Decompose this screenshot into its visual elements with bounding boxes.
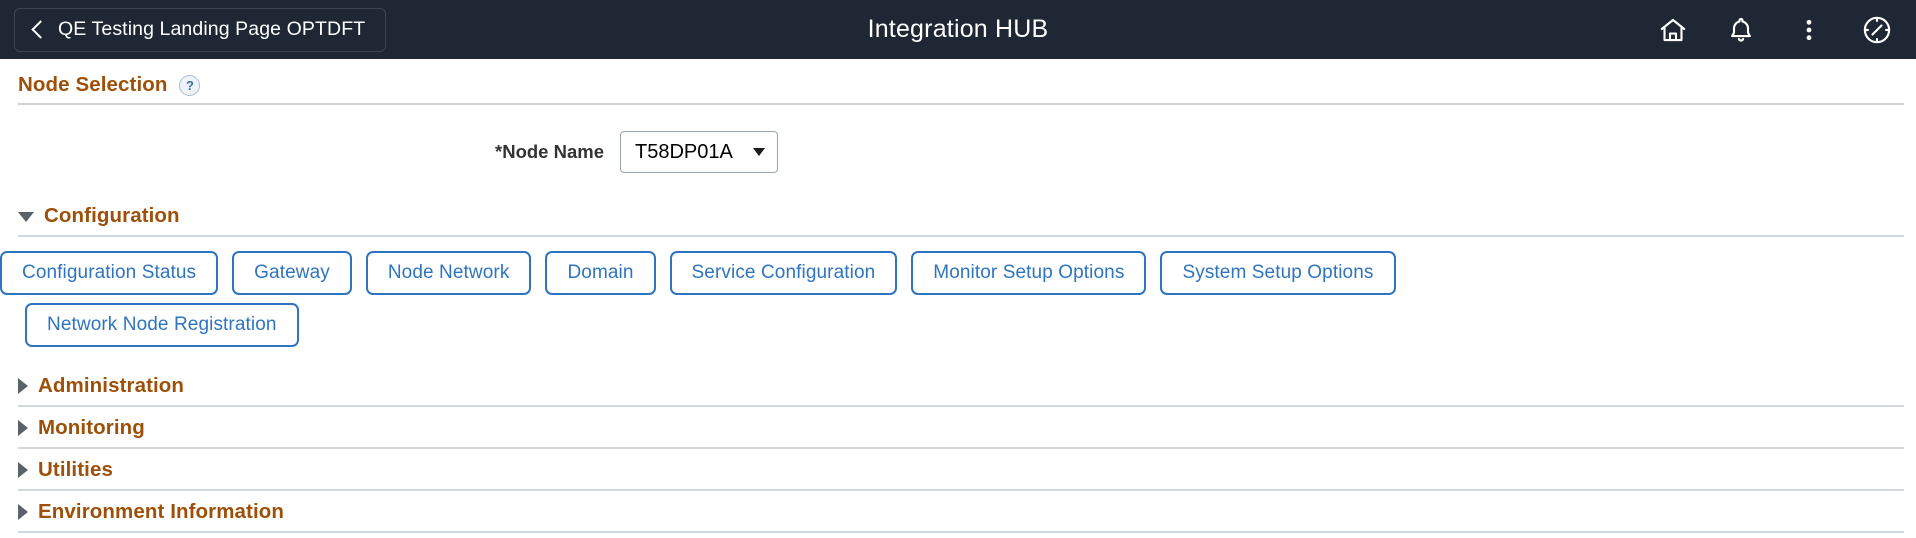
triangle-down-icon [18, 212, 34, 222]
triangle-right-icon [18, 462, 28, 478]
back-button[interactable]: QE Testing Landing Page OPTDFT [14, 8, 386, 52]
button-gateway[interactable]: Gateway [232, 251, 352, 295]
node-name-value: T58DP01A [635, 141, 733, 164]
button-domain[interactable]: Domain [545, 251, 655, 295]
triangle-right-icon [18, 378, 28, 394]
chevron-left-icon [31, 19, 44, 41]
group-header-monitoring[interactable]: Monitoring [0, 407, 1916, 447]
node-selection-header: Node Selection ? [0, 59, 1916, 103]
group-header-configuration[interactable]: Configuration [0, 195, 1916, 235]
node-name-dropdown[interactable]: T58DP01A [620, 131, 778, 173]
vertical-dots-icon[interactable] [1792, 13, 1826, 47]
group-title-administration: Administration [38, 374, 184, 398]
compass-icon[interactable] [1860, 13, 1894, 47]
page-body: Node Selection ? *Node Name T58DP01A Con… [0, 59, 1916, 533]
app-header: QE Testing Landing Page OPTDFT Integrati… [0, 0, 1916, 59]
configuration-button-row-1: Configuration Status Gateway Node Networ… [0, 251, 1916, 303]
button-system-setup-options[interactable]: System Setup Options [1160, 251, 1395, 295]
button-service-configuration[interactable]: Service Configuration [670, 251, 898, 295]
group-title-monitoring: Monitoring [38, 416, 145, 440]
group-title-configuration: Configuration [44, 204, 180, 228]
node-name-label: *Node Name [0, 141, 620, 163]
group-header-administration[interactable]: Administration [0, 365, 1916, 405]
divider [18, 531, 1904, 533]
group-header-utilities[interactable]: Utilities [0, 449, 1916, 489]
help-icon[interactable]: ? [179, 75, 200, 96]
triangle-right-icon [18, 504, 28, 520]
configuration-button-row-2: Network Node Registration [0, 303, 1916, 355]
configuration-button-area: Configuration Status Gateway Node Networ… [0, 237, 1916, 365]
node-name-field-row: *Node Name T58DP01A [0, 105, 1916, 195]
button-network-node-registration[interactable]: Network Node Registration [25, 303, 299, 347]
button-configuration-status[interactable]: Configuration Status [0, 251, 218, 295]
chevron-down-icon [753, 148, 765, 156]
triangle-right-icon [18, 420, 28, 436]
bell-icon[interactable] [1724, 13, 1758, 47]
home-icon[interactable] [1656, 13, 1690, 47]
button-node-network[interactable]: Node Network [366, 251, 532, 295]
group-title-utilities: Utilities [38, 458, 113, 482]
back-button-label: QE Testing Landing Page OPTDFT [58, 18, 365, 41]
group-title-environment-information: Environment Information [38, 500, 284, 524]
header-icon-group [1656, 0, 1894, 59]
group-header-environment-information[interactable]: Environment Information [0, 491, 1916, 531]
button-monitor-setup-options[interactable]: Monitor Setup Options [911, 251, 1146, 295]
node-selection-title: Node Selection [18, 73, 167, 97]
